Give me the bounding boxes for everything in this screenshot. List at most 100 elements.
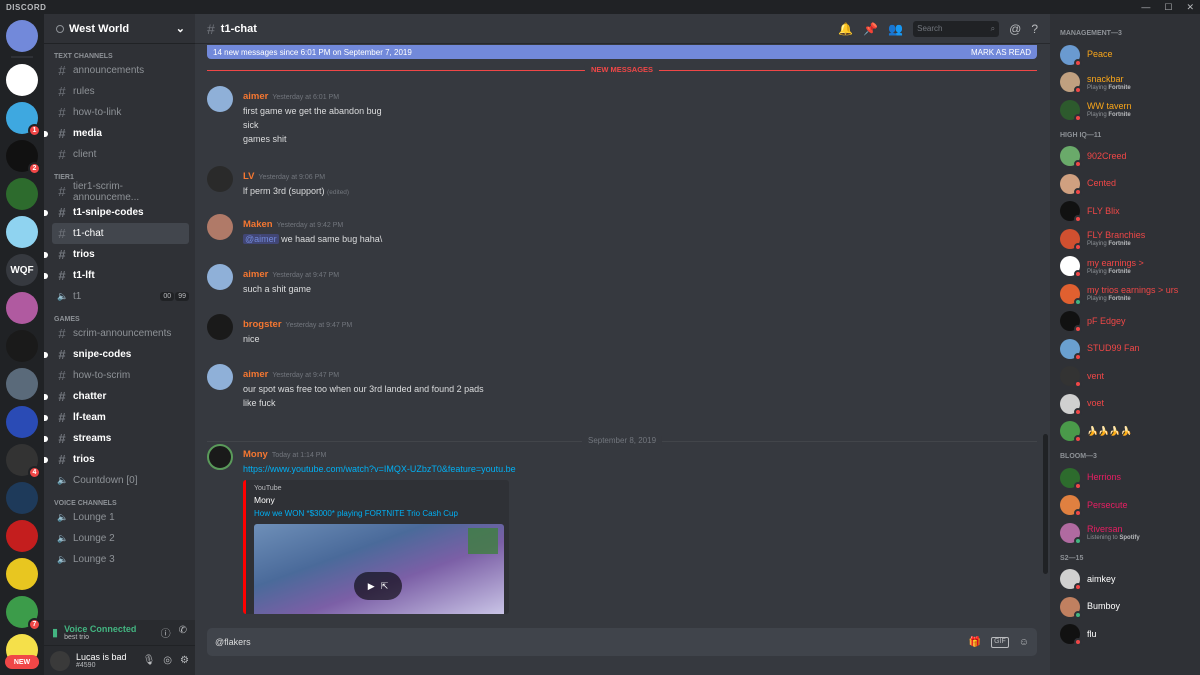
- headphones-icon[interactable]: ◎: [163, 655, 172, 666]
- member-item[interactable]: 902Creed: [1050, 143, 1200, 171]
- user-mention[interactable]: @aimer: [243, 234, 279, 244]
- disconnect-icon[interactable]: ✆: [179, 625, 187, 640]
- channel-item[interactable]: 🔈 Lounge 2: [52, 528, 189, 549]
- channel-item[interactable]: # how-to-link: [52, 102, 189, 123]
- scrollbar[interactable]: [1043, 434, 1048, 574]
- channel-category[interactable]: TIER1: [44, 165, 195, 181]
- channel-item[interactable]: # lf-team: [44, 407, 189, 428]
- avatar[interactable]: [207, 264, 233, 290]
- microphone-icon[interactable]: 🎙: [143, 655, 156, 666]
- channel-item[interactable]: # announcements: [52, 60, 189, 81]
- channel-item[interactable]: # rules: [52, 81, 189, 102]
- mention-icon[interactable]: @: [1009, 22, 1021, 36]
- channel-item[interactable]: 🔈 Countdown [0]: [52, 470, 189, 491]
- close-icon[interactable]: ✕: [1186, 2, 1194, 13]
- member-item[interactable]: flu: [1050, 621, 1200, 649]
- channel-item[interactable]: # t1-chat: [52, 223, 189, 244]
- home-discord-icon[interactable]: [6, 20, 38, 52]
- server-icon[interactable]: 2: [6, 140, 41, 175]
- server-icon[interactable]: 7: [6, 596, 41, 631]
- play-button[interactable]: ▶ ⇱: [354, 572, 402, 600]
- member-item[interactable]: Riversan Listening to Spotify: [1050, 519, 1200, 547]
- embed-author[interactable]: Mony: [254, 495, 502, 505]
- guild-header[interactable]: West World ⌄: [44, 14, 195, 44]
- pin-icon[interactable]: 📌: [863, 22, 878, 36]
- emoji-icon[interactable]: ☺: [1019, 637, 1029, 648]
- channel-item[interactable]: # streams: [44, 428, 189, 449]
- maximize-icon[interactable]: ☐: [1164, 2, 1172, 13]
- gift-icon[interactable]: 🎁: [969, 637, 981, 648]
- help-icon[interactable]: ?: [1031, 22, 1038, 36]
- member-item[interactable]: pF Edgey: [1050, 308, 1200, 336]
- server-icon[interactable]: 1: [6, 102, 41, 137]
- member-item[interactable]: vent: [1050, 363, 1200, 391]
- channel-category[interactable]: GAMES: [44, 307, 195, 323]
- bell-icon[interactable]: 🔔: [838, 22, 853, 36]
- channel-item[interactable]: 🔈 Lounge 1: [52, 507, 189, 528]
- message-link[interactable]: https://www.youtube.com/watch?v=IMQX-UZb…: [243, 462, 516, 476]
- info-icon[interactable]: ⓘ: [161, 625, 171, 640]
- member-item[interactable]: Peace: [1050, 41, 1200, 69]
- new-unreads-pill[interactable]: NEW: [5, 655, 39, 669]
- message-author[interactable]: aimer: [243, 91, 268, 102]
- channel-item[interactable]: # client: [52, 144, 189, 165]
- avatar[interactable]: [50, 650, 70, 671]
- member-item[interactable]: Herrions: [1050, 464, 1200, 492]
- minimize-icon[interactable]: —: [1141, 2, 1150, 13]
- message-author[interactable]: Mony: [243, 449, 268, 460]
- member-item[interactable]: FLY Blix: [1050, 198, 1200, 226]
- server-icon[interactable]: WQF: [6, 254, 38, 286]
- avatar[interactable]: [207, 364, 233, 390]
- channel-item[interactable]: # media: [44, 123, 189, 144]
- member-item[interactable]: snackbar Playing Fortnite: [1050, 69, 1200, 97]
- server-icon[interactable]: [6, 520, 38, 552]
- member-item[interactable]: aimkey: [1050, 566, 1200, 594]
- server-icon[interactable]: [6, 558, 38, 590]
- server-icon[interactable]: 4: [6, 444, 41, 479]
- gif-button[interactable]: GIF: [991, 636, 1009, 648]
- avatar[interactable]: [207, 86, 233, 112]
- voice-channel-name[interactable]: best trio: [64, 634, 136, 641]
- channel-item[interactable]: 🔈 Lounge 3: [52, 549, 189, 570]
- channel-item[interactable]: # trios: [44, 244, 189, 265]
- channel-item[interactable]: # chatter: [44, 386, 189, 407]
- member-item[interactable]: Bumboy: [1050, 593, 1200, 621]
- member-item[interactable]: 🍌🍌🍌🍌: [1050, 418, 1200, 446]
- settings-gear-icon[interactable]: ⚙: [180, 655, 189, 666]
- avatar[interactable]: [207, 314, 233, 340]
- member-item[interactable]: Persecute: [1050, 492, 1200, 520]
- channel-item[interactable]: 🔈 t1 00 99: [52, 286, 189, 307]
- chevron-down-icon[interactable]: ⌄: [176, 22, 185, 35]
- message-author[interactable]: aimer: [243, 269, 268, 280]
- mark-as-read-button[interactable]: MARK AS READ: [971, 48, 1031, 57]
- embed-title[interactable]: How we WON *$3000* playing FORTNITE Trio…: [254, 509, 502, 518]
- members-icon[interactable]: 👥: [888, 22, 903, 36]
- server-icon[interactable]: [6, 368, 38, 400]
- avatar[interactable]: [207, 166, 233, 192]
- server-icon[interactable]: [6, 330, 38, 362]
- member-item[interactable]: STUD99 Fan: [1050, 335, 1200, 363]
- search-input[interactable]: Search ⌕: [913, 20, 1000, 37]
- channel-item[interactable]: # trios: [44, 449, 189, 470]
- member-item[interactable]: FLY Branchies Playing Fortnite: [1050, 225, 1200, 253]
- server-icon[interactable]: [6, 178, 38, 210]
- server-icon[interactable]: [6, 216, 38, 248]
- server-icon[interactable]: [6, 482, 38, 514]
- message-author[interactable]: LV: [243, 171, 254, 182]
- member-item[interactable]: my trios earnings > urs Playing Fortnite: [1050, 280, 1200, 308]
- member-item[interactable]: WW tavern Playing Fortnite: [1050, 96, 1200, 124]
- channel-item[interactable]: # tier1-scrim-announceme...: [52, 181, 189, 203]
- channel-category[interactable]: VOICE CHANNELS: [44, 491, 195, 507]
- message-author[interactable]: Maken: [243, 219, 273, 230]
- channel-item[interactable]: # scrim-announcements: [52, 323, 189, 344]
- channel-item[interactable]: # how-to-scrim: [52, 365, 189, 386]
- member-item[interactable]: voet: [1050, 390, 1200, 418]
- member-item[interactable]: Cented: [1050, 170, 1200, 198]
- channel-item[interactable]: # snipe-codes: [44, 344, 189, 365]
- channel-item[interactable]: # t1-snipe-codes: [44, 202, 189, 223]
- server-icon[interactable]: [6, 64, 38, 96]
- channel-item[interactable]: # t1-lft: [44, 265, 189, 286]
- voice-status[interactable]: Voice Connected: [64, 624, 136, 634]
- new-messages-bar[interactable]: 14 new messages since 6:01 PM on Septemb…: [207, 45, 1037, 59]
- message-input[interactable]: @flakers 🎁 GIF ☺: [207, 628, 1037, 656]
